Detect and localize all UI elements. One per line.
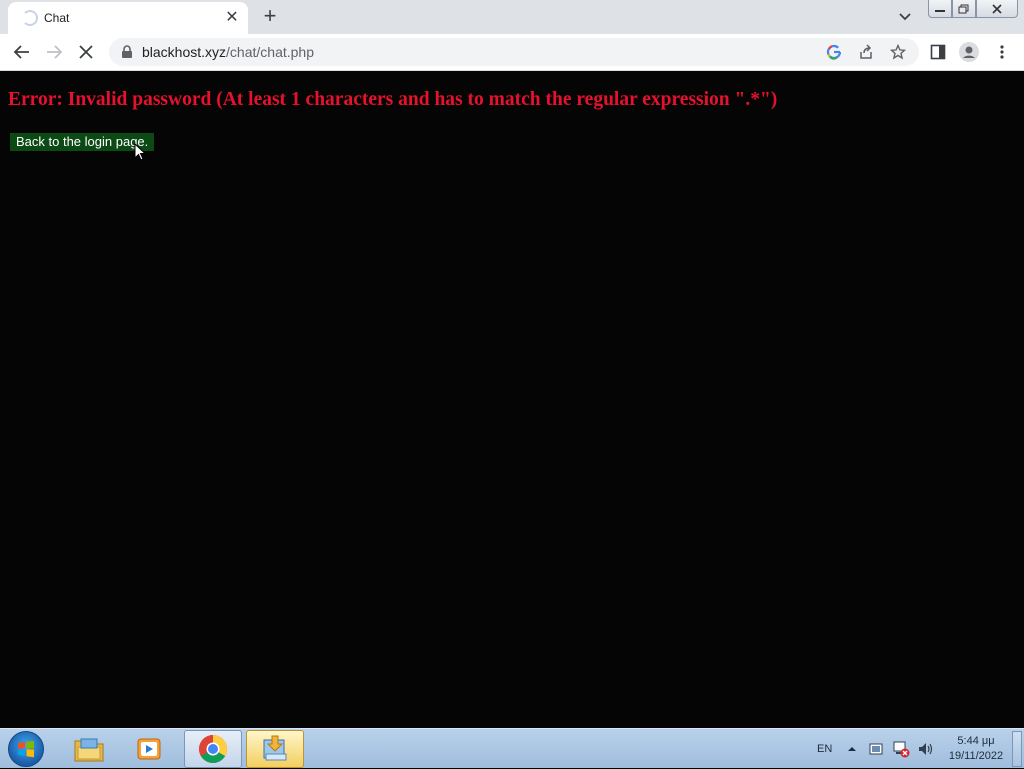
taskbar-media-player-button[interactable] [121, 730, 179, 768]
stop-loading-icon[interactable] [73, 39, 99, 65]
chrome-icon [199, 735, 227, 763]
mouse-cursor-icon [134, 143, 146, 161]
folder-icon [74, 738, 104, 762]
network-disconnected-icon[interactable] [892, 729, 910, 769]
window-close-button[interactable] [976, 0, 1018, 18]
windows-logo-icon [18, 740, 34, 758]
browser-toolbar: blackhost.xyz/chat/chat.php [0, 34, 1024, 71]
lock-icon[interactable] [121, 45, 133, 64]
clock-date: 19/11/2022 [948, 750, 1004, 762]
address-bar[interactable]: blackhost.xyz/chat/chat.php [109, 38, 919, 66]
error-message: Error: Invalid password (At least 1 char… [8, 89, 778, 110]
new-tab-button[interactable]: + [259, 5, 281, 27]
tab-strip: Chat ✕ + [0, 0, 1024, 34]
action-center-flag-icon[interactable] [868, 729, 886, 769]
url-text: blackhost.xyz/chat/chat.php [142, 44, 314, 60]
loading-spinner-icon [22, 10, 38, 26]
page-content: Error: Invalid password (At least 1 char… [0, 71, 1024, 728]
show-desktop-button[interactable] [1012, 731, 1022, 767]
back-arrow-icon[interactable] [9, 39, 35, 65]
taskbar-chrome-button[interactable] [184, 730, 242, 768]
forward-arrow-icon[interactable] [41, 39, 67, 65]
taskbar-explorer-button[interactable] [60, 730, 118, 768]
bookmark-star-icon[interactable] [889, 43, 907, 61]
language-indicator[interactable]: EN [817, 729, 832, 769]
tab-search-chevron-icon[interactable] [896, 7, 914, 25]
taskbar: EN 5:44 μμ 19/11/2022 [0, 728, 1024, 768]
clock-time: 5:44 μμ [957, 735, 995, 747]
tab-close-button[interactable]: ✕ [224, 8, 240, 28]
language-label: EN [817, 743, 833, 755]
side-panel-icon[interactable] [927, 41, 949, 63]
back-to-login-link[interactable]: Back to the login page. [10, 133, 155, 151]
tab-title: Chat [44, 11, 70, 25]
installer-icon [263, 735, 287, 761]
volume-speaker-icon[interactable] [917, 729, 935, 769]
window-minimize-button[interactable] [928, 0, 952, 18]
menu-dots-icon[interactable] [991, 41, 1013, 63]
start-button[interactable] [8, 731, 44, 767]
google-icon[interactable] [825, 43, 843, 61]
browser-tab[interactable]: Chat ✕ [8, 2, 248, 34]
media-player-icon [137, 738, 161, 760]
url-path: /chat/chat.php [226, 44, 314, 60]
url-domain: blackhost.xyz [142, 44, 227, 60]
window-restore-button[interactable] [952, 0, 976, 18]
share-icon[interactable] [857, 43, 875, 61]
tray-overflow-arrow-icon[interactable] [846, 729, 858, 769]
system-clock[interactable]: 5:44 μμ 19/11/2022 [944, 734, 1008, 764]
taskbar-installer-button[interactable] [246, 730, 304, 768]
profile-avatar-icon[interactable] [958, 41, 980, 63]
